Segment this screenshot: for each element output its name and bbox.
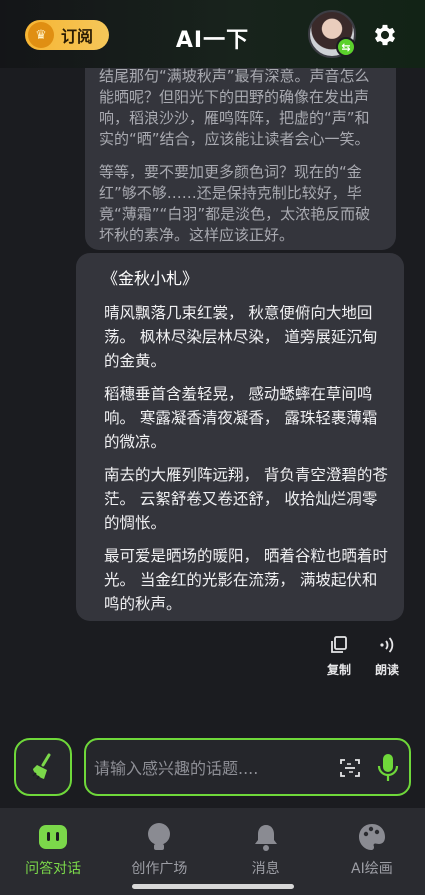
top-bar: ♛ 订阅 AI一下 ⇆ bbox=[0, 0, 425, 68]
home-indicator bbox=[132, 884, 294, 889]
poem-stanza: 稻穗垂首含羞轻晃， 感动蟋蟀在草间鸣响。 寒露凝香清夜凝香， 露珠轻裹薄霜的微凉… bbox=[104, 385, 378, 451]
app-title: AI一下 bbox=[175, 28, 250, 53]
scan-icon[interactable] bbox=[338, 756, 362, 780]
chat-input-box bbox=[84, 738, 411, 796]
nav-item-creation[interactable]: 创作广场 bbox=[106, 808, 212, 895]
nav-item-ai-drawing[interactable]: AI绘画 bbox=[319, 808, 425, 895]
nav-label: 创作广场 bbox=[131, 861, 188, 877]
poem-stanza: 南去的大雁列阵远翔， 背负青空澄碧的苍茫。 云絮舒卷又卷还舒， 收拾灿烂凋零的惆… bbox=[104, 466, 388, 532]
copy-icon bbox=[319, 633, 359, 657]
poem-stanza: 最可爱是晒场的暖阳， 晒着谷粒也晒着时光。 当金红的光影在流荡， 满坡起伏和鸣的… bbox=[104, 547, 388, 613]
nav-label: AI绘画 bbox=[351, 861, 393, 877]
gear-icon[interactable] bbox=[370, 20, 400, 50]
nav-label: 消息 bbox=[251, 861, 280, 877]
nav-item-chat[interactable]: 问答对话 bbox=[0, 808, 106, 895]
clear-chat-button[interactable] bbox=[14, 738, 72, 796]
poem-stanza: 晴风飘落几束红裳， 秋意便俯向大地回荡。 枫林尽染层林尽染， 道旁展延沉甸的金黄… bbox=[104, 304, 378, 370]
palette-icon bbox=[319, 822, 425, 852]
copy-button[interactable]: 复制 bbox=[319, 633, 359, 678]
swap-badge-icon: ⇆ bbox=[336, 37, 356, 57]
thinking-card: 结尾那句“满坡秋声”最有深意。声音怎么能晒呢？但阳光下的田野的确像在发出声响，稻… bbox=[85, 40, 396, 250]
chat-input[interactable] bbox=[94, 754, 324, 782]
nav-item-messages[interactable]: 消息 bbox=[213, 808, 319, 895]
answer-card: 《金秋小札》 晴风飘落几束红裳， 秋意便俯向大地回荡。 枫林尽染层林尽染， 道旁… bbox=[76, 253, 404, 621]
thinking-paragraph: 结尾那句“满坡秋声”最有深意。声音怎么能晒呢？但阳光下的田野的确像在发出声响，稻… bbox=[99, 67, 370, 148]
broom-icon bbox=[32, 753, 51, 780]
speaker-wave-icon bbox=[367, 633, 407, 657]
bottom-nav: 问答对话 创作广场 消息 AI绘画 bbox=[0, 808, 425, 895]
thinking-paragraph: 等等，要不要加更多颜色词？现在的“金红”够不够……还是保持克制比较好，毕竟“薄霜… bbox=[99, 163, 371, 244]
poem-title: 《金秋小札》 bbox=[102, 269, 199, 288]
read-aloud-label: 朗读 bbox=[374, 663, 399, 677]
nav-label: 问答对话 bbox=[25, 861, 82, 877]
read-aloud-button[interactable]: 朗读 bbox=[367, 633, 407, 678]
lightbulb-icon bbox=[106, 822, 212, 852]
microphone-icon[interactable] bbox=[376, 752, 400, 784]
copy-label: 复制 bbox=[326, 663, 351, 677]
chat-icon bbox=[0, 822, 106, 852]
bell-icon bbox=[213, 822, 319, 852]
